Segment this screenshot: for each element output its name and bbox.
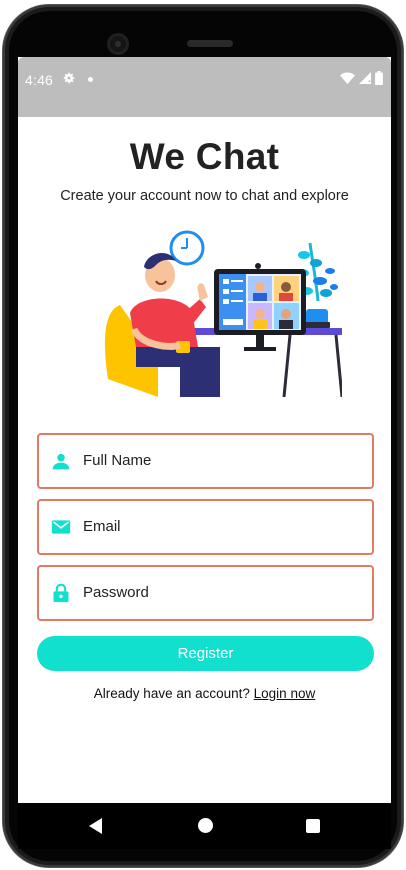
login-now-link[interactable]: Login now xyxy=(254,686,316,701)
back-icon[interactable] xyxy=(89,818,102,834)
full-name-field[interactable]: Full Name xyxy=(37,433,374,489)
home-icon[interactable] xyxy=(198,818,213,833)
clock-icon xyxy=(169,230,205,266)
person-icon xyxy=(52,453,70,470)
password-field[interactable]: Password xyxy=(37,565,374,621)
app-subtitle: Create your account now to chat and expl… xyxy=(60,188,349,204)
login-prompt-text: Already have an account? xyxy=(93,686,250,701)
status-bar: 4:46 xyxy=(18,57,391,117)
signal-icon xyxy=(359,72,371,84)
recents-icon[interactable] xyxy=(306,819,320,833)
front-camera xyxy=(107,33,129,55)
system-nav-bar xyxy=(18,803,391,849)
full-name-placeholder: Full Name xyxy=(83,452,152,469)
mail-icon xyxy=(51,520,71,534)
app-title: We Chat xyxy=(129,136,280,177)
app-screen: 4:46 We Chat Create your account now to … xyxy=(18,57,391,803)
wifi-icon xyxy=(340,72,355,84)
lock-icon xyxy=(53,583,69,603)
person-waving xyxy=(104,253,220,397)
monitor-with-video-call xyxy=(214,263,306,351)
login-prompt: Already have an account? Login now xyxy=(18,686,391,701)
register-button[interactable]: Register xyxy=(37,636,374,671)
notification-dot-icon xyxy=(88,77,93,82)
status-time: 4:46 xyxy=(25,72,54,88)
email-field[interactable]: Email xyxy=(37,499,374,555)
email-placeholder: Email xyxy=(83,518,121,535)
earpiece-speaker xyxy=(187,40,233,47)
password-placeholder: Password xyxy=(83,584,149,601)
gear-icon xyxy=(63,72,75,84)
battery-icon xyxy=(375,71,383,85)
video-chat-illustration xyxy=(104,230,342,397)
status-icons xyxy=(340,71,383,85)
